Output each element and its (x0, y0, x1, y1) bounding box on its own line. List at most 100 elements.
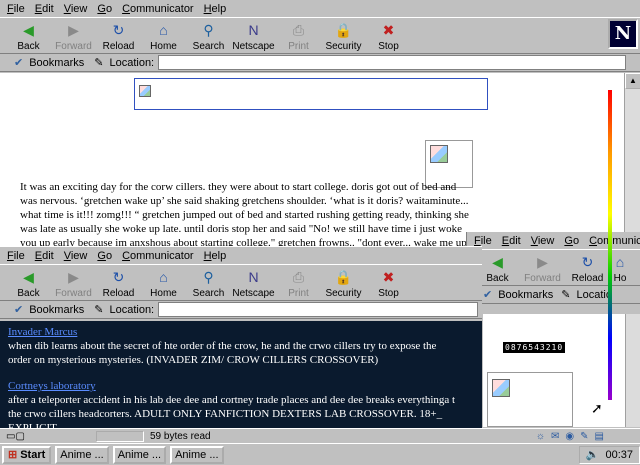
story-text: It was an exciting day for the corw cill… (20, 181, 469, 248)
forward-arrow-icon: ▶ (68, 268, 79, 285)
print-button[interactable]: ⎙ Print (276, 267, 321, 300)
location-input[interactable] (158, 55, 626, 70)
reload-button[interactable]: ↻ Reload (96, 267, 141, 300)
security-lock-icon: 🔒 (334, 21, 353, 38)
volume-icon[interactable]: 🔈 (586, 448, 600, 461)
entry-title-link[interactable]: Cortneys laboratory (8, 380, 96, 392)
stop-icon: ✖ (382, 21, 395, 38)
entry-description: after a teleporter accident in his lab d… (8, 394, 456, 428)
broken-image-icon (492, 379, 510, 397)
menu-edit[interactable]: Edit (30, 250, 59, 262)
menu-file[interactable]: File (2, 3, 30, 15)
taskbar: ⊞ Start Anime ... Anime ... Anime ... 🔈 … (0, 443, 640, 465)
clock: 00:37 (605, 448, 633, 461)
stop-button[interactable]: ✖ Stop (366, 20, 411, 53)
menu-view[interactable]: View (526, 235, 560, 247)
location-bar-right: ✔ Bookmarks ✎ Locatio (467, 286, 640, 304)
reload-button[interactable]: ↻ Reload (96, 20, 141, 53)
bookmarks-button[interactable]: Bookmarks (29, 304, 84, 316)
location-input[interactable] (158, 302, 478, 317)
home-button[interactable]: ⌂ Home (141, 267, 186, 299)
menu-communicator[interactable]: Communicator (117, 250, 199, 262)
menu-communicator[interactable]: Communicator (117, 3, 199, 15)
back-arrow-icon: ◀ (23, 21, 34, 38)
search-icon: ⚲ (203, 268, 214, 285)
navigation-toolbar: ◀ Back ▶ Forward ↻ Reload ⌂ Home ⚲ Search N Ne… (0, 17, 640, 54)
netscape-button[interactable]: N Netscape (231, 20, 276, 52)
location-label: Locatio (576, 288, 612, 301)
netscape-icon: N (248, 22, 259, 38)
bookmarks-button[interactable]: Bookmarks (498, 289, 553, 301)
reload-icon: ↻ (112, 268, 125, 285)
entry-title-link[interactable]: Invader Marcus (8, 326, 77, 338)
security-status-icon: ▭▢ (6, 430, 25, 442)
home-icon: ⌂ (615, 254, 625, 270)
menu-edit[interactable]: Edit (30, 3, 59, 15)
bookmarks-button[interactable]: Bookmarks (29, 57, 84, 69)
reload-button[interactable]: ↻ Reload (565, 252, 610, 285)
menu-go[interactable]: Go (559, 235, 584, 247)
banner-image-placeholder (134, 78, 488, 110)
menu-communicator[interactable]: Communicator (584, 235, 640, 247)
broken-image-icon (430, 145, 448, 163)
print-button[interactable]: ⎙ Print (276, 20, 321, 53)
menu-go[interactable]: Go (92, 3, 117, 15)
print-icon: ⎙ (292, 21, 305, 38)
taskbar-button-anime-3[interactable]: Anime ... (170, 445, 224, 464)
reload-icon: ↻ (112, 21, 125, 38)
menu-bar-right: File Edit View Go Communicator (467, 232, 640, 249)
page-content-top: It was an exciting day for the corw cill… (0, 73, 624, 248)
home-icon: ⌂ (159, 269, 168, 285)
security-button[interactable]: 🔒 Security (321, 20, 366, 53)
search-button[interactable]: ⚲ Search (186, 267, 231, 300)
home-button[interactable]: ⌂ Home (141, 20, 186, 52)
stop-button[interactable]: ✖ Stop (366, 267, 411, 300)
navigation-toolbar-bottom: ◀ Back ▶ Forward ↻ Reload ⌂ Home ⚲ Search N Ne… (0, 264, 482, 301)
navigation-toolbar-right: ◀ Back ▶ Forward ↻ Reload ⌂ Ho (467, 249, 640, 286)
print-icon: ⎙ (292, 268, 305, 285)
search-icon: ⚲ (203, 21, 214, 38)
status-text: 59 bytes read (150, 430, 211, 442)
broken-image-icon (139, 85, 151, 97)
menu-view[interactable]: View (59, 3, 93, 15)
menu-help[interactable]: Help (199, 3, 232, 15)
back-button[interactable]: ◀ Back (6, 267, 51, 300)
menu-view[interactable]: View (59, 250, 93, 262)
location-icon: ✎ (561, 289, 571, 301)
start-button[interactable]: ⊞ Start (2, 445, 52, 464)
netscape-logo: N (608, 19, 638, 49)
taskbar-button-anime-2[interactable]: Anime ... (112, 445, 167, 464)
menu-edit[interactable]: Edit (497, 235, 526, 247)
menu-help[interactable]: Help (199, 250, 232, 262)
netscape-icon: N (248, 269, 259, 285)
bookmarks-icon: ✔ (14, 57, 24, 69)
page-content-bottom: Invader Marcus when dib learns about the… (0, 321, 482, 428)
list-item: Cortneys laboratory after a teleporter a… (8, 379, 474, 428)
menu-go[interactable]: Go (92, 250, 117, 262)
forward-button[interactable]: ▶ Forward (51, 20, 96, 53)
home-icon: ⌂ (159, 22, 168, 38)
location-bar-bottom: ✔ Bookmarks ✎ Location: (0, 301, 482, 319)
scroll-up-button[interactable]: ▲ (625, 73, 640, 89)
vertical-scrollbar-right[interactable] (625, 314, 640, 427)
forward-button[interactable]: ▶ Forward (51, 267, 96, 300)
menu-file[interactable]: File (2, 250, 30, 262)
browser-window-top: File Edit View Go Communicator Help ◀ Bac… (0, 0, 640, 248)
location-label: Location: (109, 303, 155, 316)
security-button[interactable]: 🔒 Security (321, 267, 366, 300)
search-button[interactable]: ⚲ Search (186, 20, 231, 53)
rainbow-gradient-bar (608, 90, 612, 400)
forward-button[interactable]: ▶ Forward (520, 252, 565, 285)
taskbar-button-anime-1[interactable]: Anime ... (55, 445, 109, 464)
menu-file[interactable]: File (469, 235, 497, 247)
home-button[interactable]: ⌂ Ho (610, 252, 630, 284)
forward-arrow-icon: ▶ (537, 253, 548, 270)
location-label: Location: (109, 56, 155, 69)
menu-bar: File Edit View Go Communicator Help (0, 0, 640, 17)
component-bar: ☼✉◉✎▤ (535, 430, 610, 442)
back-button[interactable]: ◀ Back (6, 20, 51, 53)
vertical-scrollbar[interactable]: ▲ (624, 73, 640, 248)
back-arrow-icon: ◀ (23, 268, 34, 285)
browser-window-bottom: File Edit View Go Communicator Help ◀ Bac… (0, 246, 482, 443)
netscape-button[interactable]: N Netscape (231, 267, 276, 299)
